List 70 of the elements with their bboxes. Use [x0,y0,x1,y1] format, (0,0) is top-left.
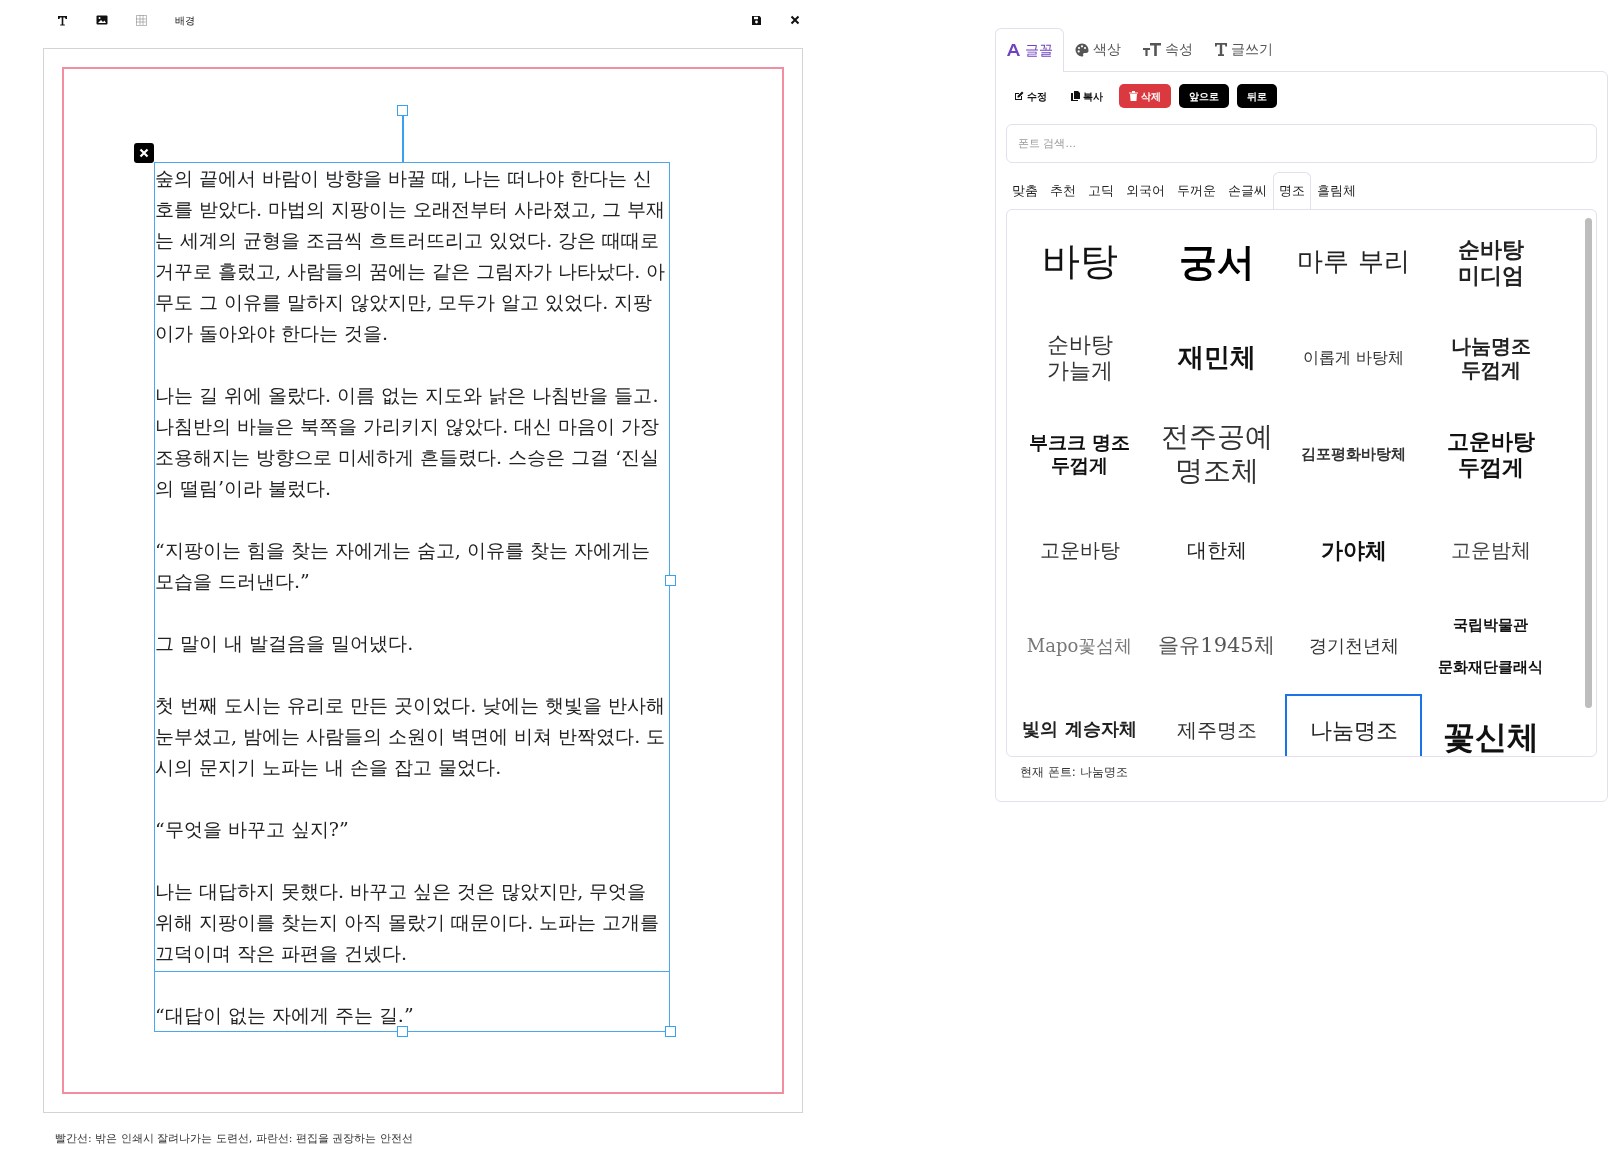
resize-handle[interactable] [665,575,676,586]
font-option[interactable]: 제주명조 [1148,694,1285,756]
guide-caption: 빨간선: 밖은 인쇄시 잘려나가는 도련선, 파란선: 편집을 권장하는 안전선 [55,1131,414,1147]
copy-button[interactable]: 복사 [1063,84,1111,108]
text-tool-icon[interactable] [57,14,68,26]
story-paragraph: 나는 대답하지 못했다. 바꾸고 싶은 것은 많았지만, 무엇을 위해 지팡이를 찾는지 아직 몰랐기 때문이다. 노파는 고개를 끄덕이며 작은 파편을 건넸다. [155,879,661,966]
story-paragraph: 나는 길 위에 올랐다. 이름 없는 지도와 낡은 나침반을 들고. 나침반의 바늘은 북쪽을 가리키지 않았다. 대신 마음이 가장 조용해지는 방향으로 미세하게 흔들렸다. 스승은 그걸 ‘진실의 떨림’이라 불렀다. [155,383,661,501]
category-tab[interactable]: 명조 [1273,172,1311,209]
font-option[interactable]: 경기천년체 [1285,598,1422,694]
category-tab[interactable]: 흘림체 [1311,172,1362,209]
font-option[interactable]: 순바탕 가늘게 [1011,310,1148,406]
font-search-field[interactable]: 폰트 검색... [1006,124,1597,163]
font-option[interactable]: 바탕 [1011,214,1148,310]
font-option[interactable]: 나눔명조 두껍게 [1422,310,1559,406]
font-option[interactable]: 나눔명조 [1285,694,1422,756]
color-tab[interactable]: 색상 [1064,27,1132,71]
image-icon[interactable] [96,15,108,25]
category-tab[interactable]: 외국어 [1120,172,1171,209]
font-option[interactable]: 순바탕 미디엄 [1422,214,1559,310]
background-button[interactable]: 배경 [175,12,195,28]
story-paragraph: “대답이 없는 자에게 주는 길.” [155,1003,415,1028]
font-option[interactable]: 꽃신체 [1422,694,1559,756]
current-font-label: 현재 폰트: 나눔명조 [1020,764,1129,781]
font-option[interactable]: 전주공예 명조체 [1148,406,1285,502]
font-option[interactable]: 김포평화바탕체 [1285,406,1422,502]
category-tab[interactable]: 맞춤 [1006,172,1044,209]
save-icon[interactable] [751,14,762,26]
close-icon[interactable] [790,15,800,25]
category-tab[interactable]: 손글씨 [1222,172,1273,209]
delete-icon[interactable] [134,143,154,163]
letter-a-icon [1006,44,1021,57]
edit-icon [1014,91,1024,101]
font-option[interactable]: 가야체 [1285,502,1422,598]
scrollbar-thumb[interactable] [1585,218,1592,708]
font-option[interactable]: 빛의 계승자체 [1011,694,1148,756]
font-option[interactable]: 고운바탕 두껍게 [1422,406,1559,502]
font-option[interactable]: 고운바탕 [1011,502,1148,598]
property-tab[interactable]: 속성 [1132,27,1204,71]
forward-button[interactable]: 앞으로 [1179,84,1229,108]
category-tab[interactable]: 고딕 [1082,172,1120,209]
story-paragraph: 그 말이 내 발걸음을 밀어냈다. [155,631,415,656]
edit-button[interactable]: 수정 [1006,84,1055,108]
story-paragraph: “무엇을 바꾸고 싶지?” [155,817,350,842]
category-tab[interactable]: 두꺼운 [1171,172,1222,209]
resize-handle[interactable] [665,1026,676,1037]
font-option[interactable]: Mapo꽃섬체 [1011,598,1148,694]
story-paragraph: “지팡이는 힘을 찾는 자에게는 숨고, 이유를 찾는 자에게는 모습을 드러낸다.” [155,538,652,594]
font-option[interactable]: 부크크 명조 두껍게 [1011,406,1148,502]
text-size-icon [1143,43,1161,56]
letter-t-icon [1215,43,1227,56]
font-option[interactable]: 국립박물관 문화재단클래식 [1422,598,1559,694]
resize-handle[interactable] [397,1026,408,1037]
font-option[interactable]: 마루 부리 [1285,214,1422,310]
font-option[interactable]: 고운밤체 [1422,502,1559,598]
trash-icon [1129,91,1138,101]
font-option[interactable]: 이롭게 바탕체 [1285,310,1422,406]
font-option[interactable]: 대한체 [1148,502,1285,598]
font-option[interactable]: 재민체 [1148,310,1285,406]
writing-tab[interactable]: 글쓰기 [1204,27,1284,71]
font-tab[interactable]: 글꼴 [995,28,1064,72]
backward-button[interactable]: 뒤로 [1237,84,1277,108]
font-option[interactable]: 궁서 [1148,214,1285,310]
copy-icon [1071,91,1080,101]
story-paragraph: 숲의 끝에서 바람이 방향을 바꿀 때, 나는 떠나야 한다는 신호를 받았다. 마법의 지팡이는 오래전부터 사라졌고, 그 부재는 세계의 균형을 조금씩 흐트러뜨리고 있었다. 강은 때때로 거꾸로 흘렀고, 사람들의 꿈에는 같은 그림자가 나타났다. 아무도 그 이유를 말하지 않았지만, 모두가 알고 있었다. 지팡이가 돌아와야 한다는 것을. [155,166,667,346]
story-paragraph: 첫 번째 도시는 유리로 만든 곳이었다. 낮에는 햇빛을 반사해 눈부셨고, 밤에는 사람들의 소원이 벽면에 비쳐 반짝였다. 도시의 문지기 노파는 내 손을 잡고 물었다. [155,693,667,780]
delete-button[interactable]: 삭제 [1119,84,1171,108]
palette-icon [1075,42,1089,57]
rotate-handle[interactable] [397,105,408,116]
font-option[interactable]: 을유1945체 [1148,598,1285,694]
category-tab[interactable]: 추천 [1044,172,1082,209]
